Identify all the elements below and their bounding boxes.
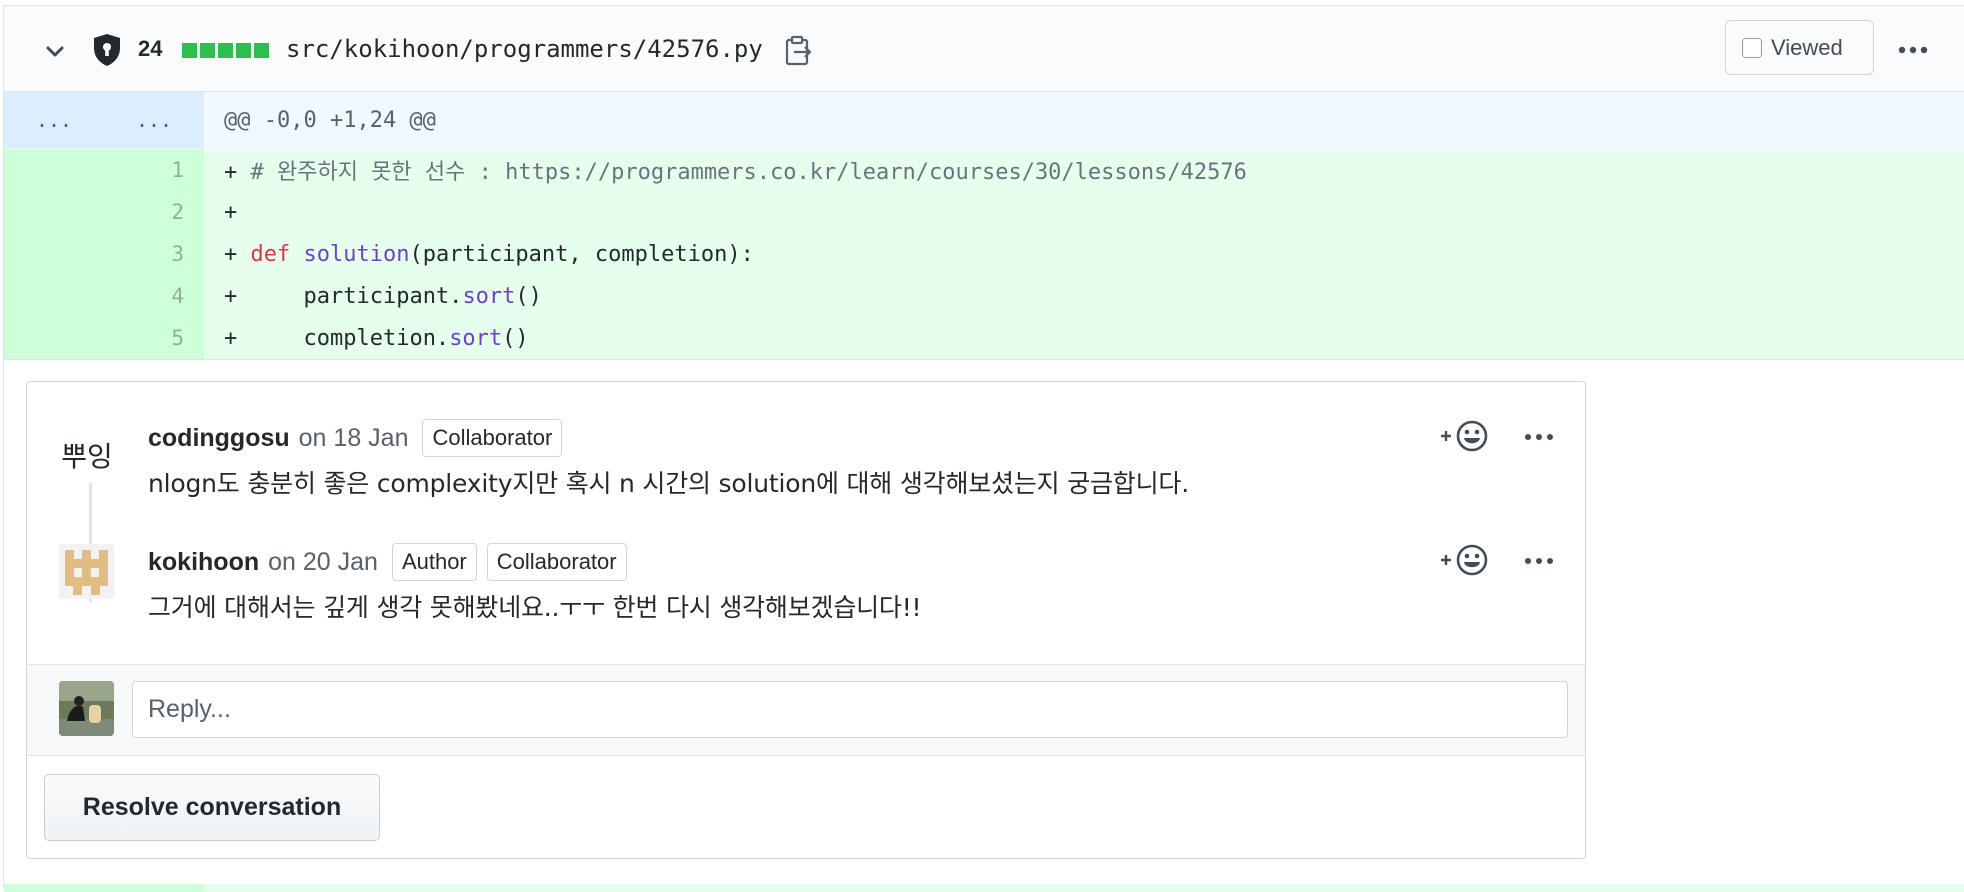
shield-lock-icon [94, 34, 120, 66]
add-reaction-icon[interactable] [1437, 420, 1491, 454]
code-comment: # 완주하지 못한 선수 : https://programmers.co.kr… [250, 160, 1247, 185]
viewed-checkbox[interactable]: Viewed [1725, 20, 1874, 75]
collaborator-badge: Collaborator [422, 419, 563, 457]
line-number[interactable]: 4 [104, 275, 204, 317]
diff-line: 4 + participant.sort() [4, 275, 1964, 317]
review-thread-row: 뿌잉 codinggosu on 18 Jan Collaborator nlo… [4, 359, 1964, 884]
line-number[interactable]: 3 [104, 233, 204, 275]
hunk-range: @@ -0,0 +1,24 @@ [224, 107, 436, 133]
avatar[interactable] [59, 681, 114, 736]
author-badge: Author [391, 543, 477, 581]
review-comment: kokihoon on 20 Jan Author Collaborator 그… [148, 542, 922, 624]
line-number[interactable]: 1 [104, 149, 204, 191]
diff-line: 1 + # 완주하지 못한 선수 : https://programmers.c… [4, 149, 1964, 191]
comment-options-icon[interactable] [1524, 430, 1554, 444]
comment-body: nlogn도 충분히 좋은 complexity지만 혹시 n 시간의 solu… [148, 469, 1189, 498]
file-path[interactable]: src/kokihoon/programmers/42576.py [286, 35, 763, 63]
line-number[interactable]: 2 [104, 191, 204, 233]
add-reaction-icon[interactable] [1437, 544, 1491, 578]
comment-options-icon[interactable] [1524, 554, 1554, 568]
line-number[interactable]: 5 [104, 317, 204, 359]
file-header: 24 src/kokihoon/programmers/42576.py Vie… [4, 6, 1964, 92]
comment-author[interactable]: codinggosu [148, 424, 290, 453]
diffstat-blocks [182, 43, 269, 58]
expand-up-marker[interactable]: ... [4, 92, 104, 148]
hunk-header: ... ... @@ -0,0 +1,24 @@ [4, 92, 1964, 149]
diff-line: 2 + [4, 191, 1964, 233]
comment-date[interactable]: on 18 Jan [299, 424, 409, 453]
comment-author[interactable]: kokihoon [148, 548, 259, 577]
review-thread: 뿌잉 codinggosu on 18 Jan Collaborator nlo… [26, 381, 1586, 859]
comment-date[interactable]: on 20 Jan [268, 548, 378, 577]
collaborator-badge: Collaborator [486, 543, 627, 581]
changes-count: 24 [138, 36, 163, 61]
kebab-icon[interactable] [1896, 40, 1930, 60]
chevron-down-icon[interactable] [44, 40, 66, 62]
expand-down-marker[interactable]: ... [104, 92, 204, 148]
comment-body: 그거에 대해서는 깊게 생각 못해봤네요..ㅜㅜ 한번 다시 생각해보겠습니다!… [148, 593, 922, 622]
copy-icon[interactable] [784, 35, 814, 67]
review-comment: codinggosu on 18 Jan Collaborator nlogn도… [148, 418, 1189, 500]
diff-line: 3 + def solution(participant, completion… [4, 233, 1964, 275]
reply-input[interactable]: Reply... [132, 681, 1568, 738]
avatar[interactable]: 뿌잉 [57, 427, 117, 483]
reply-bar: Reply... [27, 664, 1585, 756]
diff-file: 24 src/kokihoon/programmers/42576.py Vie… [3, 5, 1964, 892]
next-diff-line [4, 884, 1964, 892]
viewed-label: Viewed [1771, 34, 1843, 60]
avatar[interactable] [59, 544, 114, 599]
checkbox-icon[interactable] [1742, 37, 1762, 58]
diff-line: 5 + completion.sort() [4, 317, 1964, 359]
resolve-conversation-button[interactable]: Resolve conversation [44, 774, 380, 841]
